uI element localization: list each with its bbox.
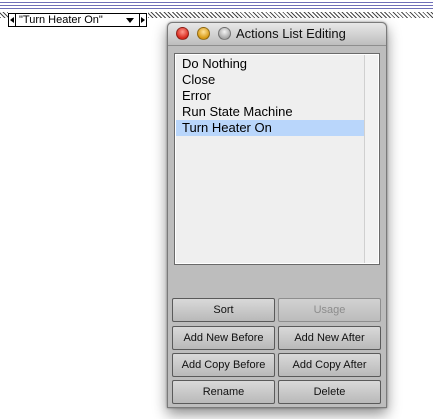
wire-line-bottom (0, 8, 433, 9)
list-item-do-nothing[interactable]: Do Nothing (176, 56, 364, 72)
triangle-left-icon (10, 17, 14, 23)
wire-hatch-right (148, 12, 433, 18)
close-window-icon[interactable] (176, 27, 189, 40)
window-titlebar[interactable]: Actions List Editing (168, 23, 386, 46)
enum-constant-control[interactable]: "Turn Heater On" (8, 13, 147, 27)
actions-list: Do Nothing Close Error Run State Machine… (176, 55, 364, 263)
enum-value: "Turn Heater On" (19, 14, 103, 26)
list-item-run-state-machine[interactable]: Run State Machine (176, 104, 364, 120)
wire-line-middle (0, 5, 433, 6)
triangle-right-icon (141, 17, 145, 23)
list-item-error[interactable]: Error (176, 88, 364, 104)
sort-button[interactable]: Sort (172, 298, 275, 322)
decrement-button[interactable] (8, 13, 16, 27)
zoom-window-icon[interactable] (218, 27, 231, 40)
add-new-before-button[interactable]: Add New Before (172, 326, 275, 350)
add-copy-before-button[interactable]: Add Copy Before (172, 353, 275, 377)
increment-button[interactable] (139, 13, 147, 27)
window-title: Actions List Editing (236, 26, 346, 41)
add-copy-after-button[interactable]: Add Copy After (278, 353, 381, 377)
minimize-window-icon[interactable] (197, 27, 210, 40)
list-item-close[interactable]: Close (176, 72, 364, 88)
actions-listbox[interactable]: Do Nothing Close Error Run State Machine… (174, 53, 380, 265)
delete-button[interactable]: Delete (278, 380, 381, 404)
wire-hatch-left (0, 12, 8, 18)
usage-button[interactable]: Usage (278, 298, 381, 322)
wire-line-top (0, 2, 433, 3)
actions-list-editing-window: Actions List Editing Do Nothing Close Er… (167, 22, 387, 408)
list-scrollbar[interactable] (364, 55, 378, 263)
list-item-turn-heater-on[interactable]: Turn Heater On (176, 120, 364, 136)
add-new-after-button[interactable]: Add New After (278, 326, 381, 350)
rename-button[interactable]: Rename (172, 380, 275, 404)
dropdown-arrow-icon[interactable] (126, 18, 134, 23)
